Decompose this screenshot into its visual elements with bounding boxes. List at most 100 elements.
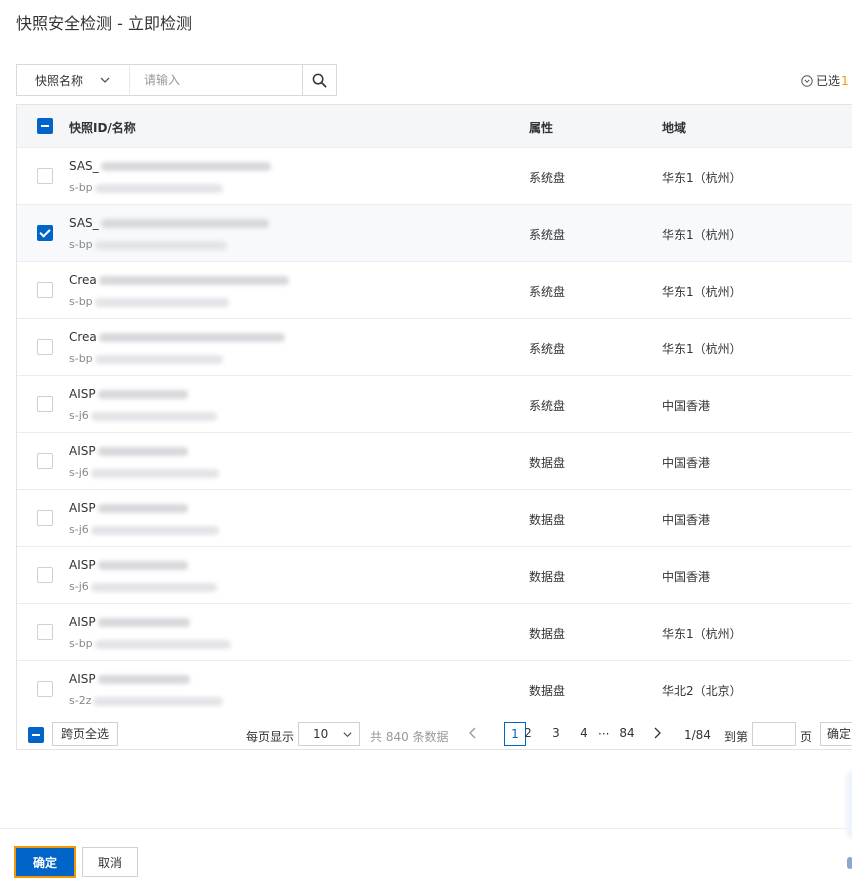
snapshot-region: 华北2（北京） [662, 684, 742, 698]
circle-chevron-down-icon [801, 74, 813, 87]
page-size-select[interactable]: 10 [298, 722, 360, 746]
redacted-id [90, 468, 219, 478]
snapshot-region: 华东1（杭州） [662, 228, 742, 242]
footer-divider [0, 828, 852, 829]
chevron-left-icon[interactable] [468, 727, 478, 739]
snapshot-name-prefix: Crea [69, 273, 97, 287]
snapshot-name-prefix: AISP [69, 501, 96, 515]
snapshot-name: AISP [69, 501, 188, 515]
goto-page-input[interactable] [752, 722, 796, 746]
chevron-down-icon [100, 77, 110, 83]
snapshot-id-prefix: s-bp [69, 295, 93, 308]
snapshot-attribute: 数据盘 [529, 570, 566, 584]
confirm-button[interactable]: 确定 [14, 846, 76, 878]
row-checkbox[interactable] [37, 282, 53, 298]
snapshot-id-prefix: s-j6 [69, 466, 89, 479]
table-row[interactable]: Crea s-bp 系统盘 华东1（杭州） [17, 318, 852, 375]
row-checkbox[interactable] [37, 624, 53, 640]
snapshot-attribute: 系统盘 [529, 228, 566, 242]
row-checkbox[interactable] [37, 396, 53, 412]
table-row[interactable]: AISP s-bp 数据盘 华东1（杭州） [17, 603, 852, 660]
header-region: 地域 [662, 121, 687, 135]
snapshot-attribute: 系统盘 [529, 171, 566, 185]
total-count: 共 840 条数据 [370, 730, 449, 744]
footer-select-checkbox[interactable] [28, 727, 44, 743]
search-field-select[interactable]: 快照名称 [17, 65, 129, 95]
table-footer: 跨页全选 每页显示 10 共 840 条数据 1 2 3 4 ··· 84 1/… [16, 718, 852, 750]
search-button[interactable] [302, 65, 336, 95]
table-row[interactable]: AISP s-j6 数据盘 中国香港 [17, 432, 852, 489]
select-all-pages-button[interactable]: 跨页全选 [52, 722, 119, 746]
header-attribute: 属性 [529, 121, 554, 135]
row-checkbox[interactable] [37, 681, 53, 697]
table-row[interactable]: AISP s-j6 数据盘 中国香港 [17, 546, 852, 603]
redacted-name [97, 504, 188, 513]
snapshot-id: s-bp [69, 181, 223, 194]
snapshot-name: AISP [69, 558, 188, 572]
snapshot-region: 华东1（杭州） [662, 171, 742, 185]
selected-count: 1 [841, 73, 849, 88]
redacted-id [90, 582, 217, 592]
selected-summary[interactable]: 已选 1 [801, 72, 849, 89]
page-button-84[interactable]: 84 [615, 722, 639, 746]
table-header: 快照ID/名称 属性 地域 [17, 105, 852, 147]
page-button-3[interactable]: 3 [545, 722, 567, 746]
redacted-name [97, 447, 188, 456]
cancel-button[interactable]: 取消 [82, 847, 138, 877]
page-ellipsis: ··· [598, 727, 610, 741]
row-checkbox[interactable] [37, 168, 53, 184]
select-all-checkbox[interactable] [37, 118, 53, 134]
snapshot-table: 快照ID/名称 属性 地域 SAS_ s-bp 系统盘 华东1（杭州） SAS_ s-bp… [16, 104, 852, 750]
redacted-name [97, 561, 188, 570]
redacted-name [98, 333, 285, 342]
goto-confirm-button[interactable]: 确定 [820, 722, 852, 746]
table-row[interactable]: AISP s-2z 数据盘 华北2（北京） [17, 660, 852, 717]
row-checkbox[interactable] [37, 225, 53, 241]
chevron-right-icon[interactable] [652, 727, 662, 739]
snapshot-id: s-bp [69, 238, 227, 251]
snapshot-name-prefix: AISP [69, 558, 96, 572]
snapshot-region: 中国香港 [662, 513, 711, 527]
page-indicator: 1/84 [684, 728, 711, 742]
snapshot-name: AISP [69, 672, 190, 686]
redacted-name [97, 675, 190, 684]
snapshot-id-prefix: s-2z [69, 694, 92, 707]
row-checkbox[interactable] [37, 510, 53, 526]
table-row[interactable]: AISP s-j6 系统盘 中国香港 [17, 375, 852, 432]
snapshot-id-prefix: s-j6 [69, 580, 89, 593]
snapshot-attribute: 系统盘 [529, 285, 566, 299]
redacted-name [100, 162, 271, 171]
snapshot-name-prefix: AISP [69, 387, 96, 401]
snapshot-name-prefix: AISP [69, 615, 96, 629]
redacted-id [90, 411, 217, 421]
snapshot-name: SAS_ [69, 159, 271, 173]
snapshot-id: s-j6 [69, 409, 217, 422]
snapshot-attribute: 系统盘 [529, 342, 566, 356]
redacted-id [94, 240, 227, 250]
side-handle[interactable] [847, 857, 852, 869]
snapshot-id: s-j6 [69, 580, 217, 593]
search-input[interactable] [129, 65, 302, 95]
snapshot-attribute: 数据盘 [529, 627, 566, 641]
redacted-name [97, 618, 190, 627]
row-checkbox[interactable] [37, 339, 53, 355]
snapshot-name-prefix: Crea [69, 330, 97, 344]
table-row[interactable]: SAS_ s-bp 系统盘 华东1（杭州） [17, 147, 852, 204]
table-row[interactable]: SAS_ s-bp 系统盘 华东1（杭州） [17, 204, 852, 261]
row-checkbox[interactable] [37, 453, 53, 469]
snapshot-region: 华东1（杭州） [662, 627, 742, 641]
snapshot-name: Crea [69, 273, 289, 287]
snapshot-name: AISP [69, 444, 188, 458]
redacted-name [100, 219, 269, 228]
page-button-2[interactable]: 2 [517, 722, 539, 746]
row-checkbox[interactable] [37, 567, 53, 583]
snapshot-id: s-bp [69, 637, 231, 650]
table-row[interactable]: Crea s-bp 系统盘 华东1（杭州） [17, 261, 852, 318]
snapshot-attribute: 数据盘 [529, 456, 566, 470]
redacted-id [93, 696, 224, 706]
redacted-id [90, 525, 219, 535]
side-floating-panel [846, 770, 852, 840]
redacted-id [94, 183, 223, 193]
page-button-4[interactable]: 4 [573, 722, 595, 746]
table-row[interactable]: AISP s-j6 数据盘 中国香港 [17, 489, 852, 546]
